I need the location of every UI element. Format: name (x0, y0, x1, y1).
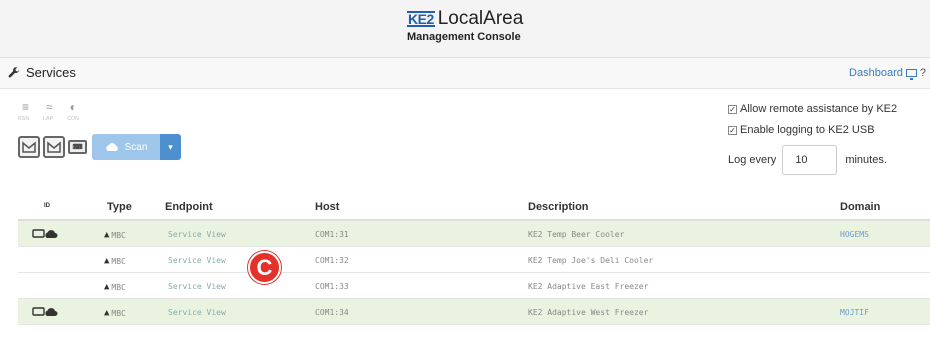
callout-marker: C (248, 251, 281, 284)
row-host: COM1:34 (315, 308, 349, 317)
row-type: ▲ MBC (104, 282, 126, 292)
scan-label: Scan (124, 141, 148, 153)
row-host: COM1:32 (315, 256, 349, 265)
row-type: ▲ MBC (104, 308, 126, 318)
icon-label-rsn: RSN (18, 116, 30, 122)
device-button-2[interactable] (43, 136, 65, 158)
keyboard-icon: ⌨ (72, 144, 83, 151)
col-header-host[interactable]: Host (315, 201, 339, 213)
remote-assistance-option[interactable]: ✓ Allow remote assistance by KE2 (728, 103, 897, 115)
wifi-icon[interactable]: ≈ (46, 100, 53, 114)
log-every-label: Log every (728, 154, 777, 166)
scan-split-button[interactable]: Scan ▾ (92, 134, 181, 160)
usb-logging-label: Enable logging to KE2 USB (740, 124, 875, 136)
usb-logging-checkbox[interactable]: ✓ (728, 125, 737, 135)
row-endpoint-link[interactable]: Service View (168, 256, 226, 265)
ke2-logo: KE2 LocalArea Management Console (407, 8, 523, 43)
row-host: COM1:31 (315, 230, 349, 239)
col-header-endpoint[interactable]: Endpoint (165, 201, 213, 213)
tray-icon (47, 141, 61, 153)
table-header: ID Type Endpoint Host Description Domain (18, 193, 930, 221)
dashboard-link[interactable]: Dashboard ? (849, 67, 926, 80)
help-icon[interactable]: ? (920, 67, 926, 79)
services-title: Services (8, 65, 76, 80)
row-domain[interactable]: HOGEMS (840, 230, 869, 239)
app-header: KE2 LocalArea Management Console (0, 0, 930, 58)
icon-label-lap: LAP (43, 116, 54, 122)
action-buttons: ⌨ Scan ▾ (18, 134, 181, 160)
col-header-id[interactable]: ID (44, 203, 50, 209)
table-row[interactable]: ▲ MBC Service View COM1:34 KE2 Adaptive W… (18, 299, 930, 325)
table-row[interactable]: ▲ MBC Service View COM1:32 KE2 Temp Joe's… (18, 247, 930, 273)
device-button-1[interactable] (18, 136, 40, 158)
cloud-icon (106, 142, 118, 151)
services-table: ID Type Endpoint Host Description Domain… (18, 193, 930, 325)
usb-logging-option[interactable]: ✓ Enable logging to KE2 USB (728, 124, 897, 136)
log-interval-row: Log every 10 minutes. (728, 145, 897, 175)
menu-icon[interactable]: ≡ (22, 100, 29, 114)
row-endpoint-link[interactable]: Service View (168, 308, 226, 317)
logo-mark: KE2 (407, 11, 435, 27)
options-panel: ✓ Allow remote assistance by KE2 ✓ Enabl… (728, 103, 897, 175)
table-row[interactable]: ▲ MBC Service View COM1:31 KE2 Temp Beer … (18, 221, 930, 247)
scan-button[interactable]: Scan (92, 134, 160, 160)
row-type: ▲ MBC (104, 256, 126, 266)
services-bar: Services Dashboard ? (0, 58, 930, 89)
wrench-icon (8, 67, 20, 78)
services-label: Services (26, 65, 76, 80)
table-row[interactable]: ▲ MBC Service View COM1:33 KE2 Adaptive E… (18, 273, 930, 299)
remote-assistance-checkbox[interactable]: ✓ (728, 104, 737, 114)
keyboard-button[interactable]: ⌨ (68, 140, 87, 154)
logo-subtitle: Management Console (407, 31, 521, 43)
scan-dropdown-toggle[interactable]: ▾ (160, 134, 181, 160)
row-endpoint-link[interactable]: Service View (168, 282, 226, 291)
remote-assistance-label: Allow remote assistance by KE2 (740, 103, 898, 115)
col-header-domain[interactable]: Domain (840, 201, 880, 213)
dashboard-label: Dashboard (849, 67, 903, 79)
log-interval-input[interactable]: 10 (782, 145, 838, 175)
row-description: KE2 Adaptive West Freezer (528, 308, 649, 317)
row-description: KE2 Temp Beer Cooler (528, 230, 625, 239)
monitor-icon (905, 69, 917, 80)
caret-down-icon: ▾ (168, 141, 173, 152)
row-description: KE2 Temp Joe's Deli Cooler (528, 256, 654, 265)
online-status-icon (32, 307, 58, 317)
row-domain[interactable]: MOJTIF (840, 308, 869, 317)
row-host: COM1:33 (315, 282, 349, 291)
col-header-description[interactable]: Description (528, 201, 589, 213)
globe-icon[interactable]: ◐ (70, 100, 77, 114)
row-description: KE2 Adaptive East Freezer (528, 282, 649, 291)
icon-label-con: CON (67, 116, 79, 122)
connection-labels: RSN LAP CON (18, 116, 79, 122)
col-header-type[interactable]: Type (107, 201, 132, 213)
connection-icons: ≡ ≈ ◐ (22, 100, 77, 114)
row-type: ▲ MBC (104, 230, 126, 240)
online-status-icon (32, 229, 58, 239)
log-unit-label: minutes. (845, 154, 887, 166)
tray-icon (22, 141, 36, 153)
logo-name: LocalArea (437, 8, 524, 29)
row-endpoint-link[interactable]: Service View (168, 230, 226, 239)
